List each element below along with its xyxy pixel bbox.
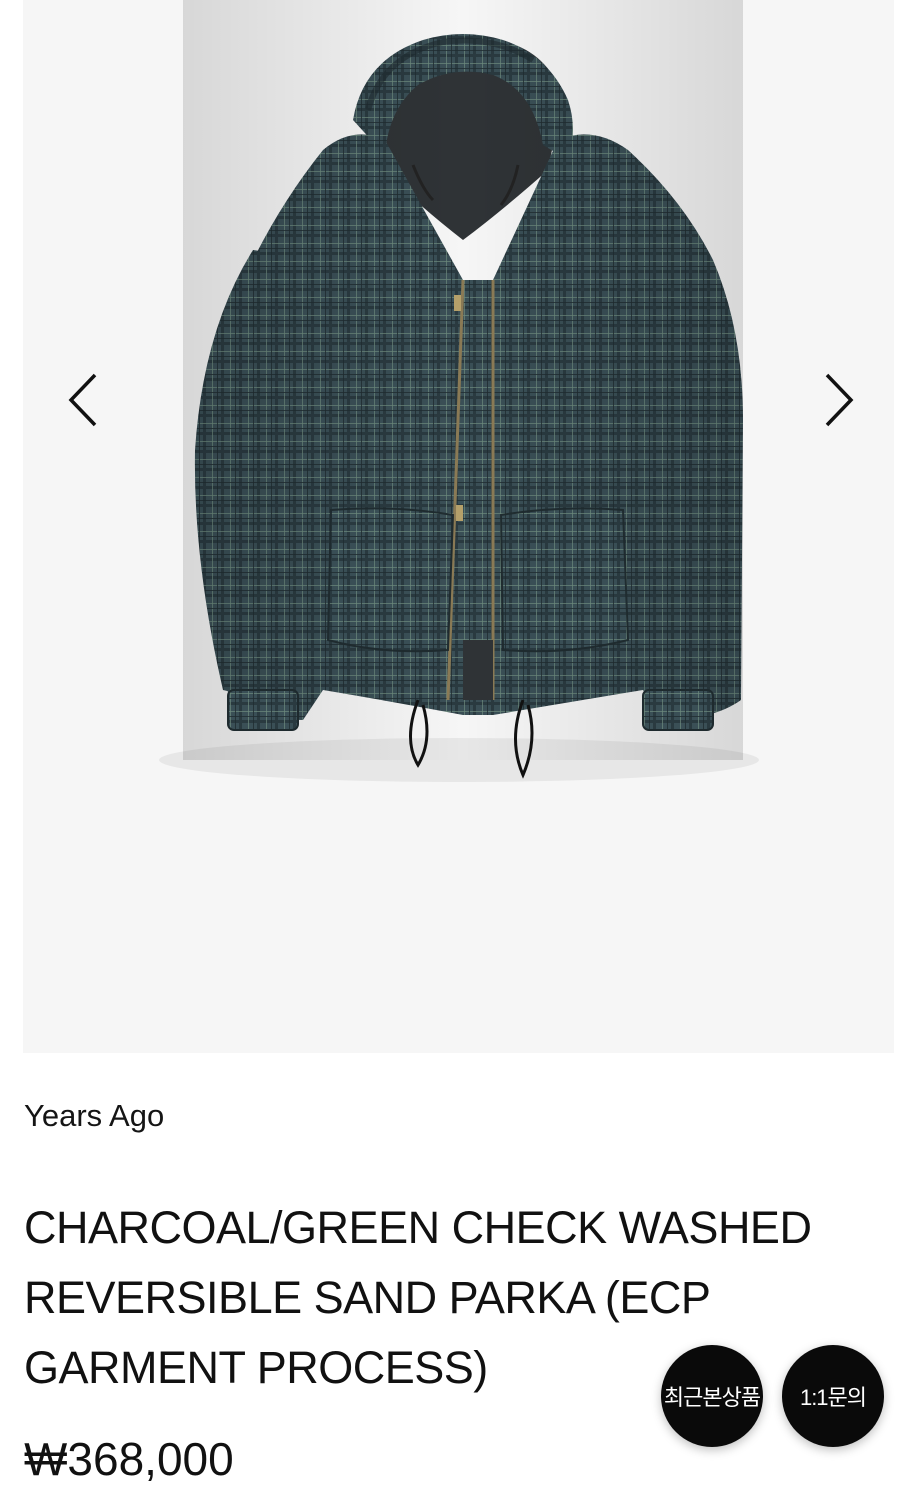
chevron-right-icon — [825, 373, 854, 427]
inquiry-button[interactable]: 1:1문의 — [782, 1345, 884, 1447]
recently-viewed-label: 최근본상품 — [663, 1385, 761, 1410]
product-image[interactable] — [23, 0, 894, 1053]
inquiry-label: 1:1문의 — [799, 1385, 867, 1410]
product-title: CHARCOAL/GREEN CHECK WASHED REVERSIBLE S… — [24, 1202, 812, 1393]
gallery-prev-button[interactable] — [53, 365, 113, 435]
product-price: ₩368,000 — [24, 1433, 234, 1485]
chevron-left-icon — [68, 373, 97, 427]
product-gallery[interactable] — [23, 0, 894, 1053]
product-page: Years Ago CHARCOAL/GREEN CHECK WASHED RE… — [0, 0, 917, 1500]
recently-viewed-button[interactable]: 최근본상품 — [661, 1345, 763, 1447]
brand-name[interactable]: Years Ago — [24, 1098, 164, 1134]
gallery-next-button[interactable] — [809, 365, 869, 435]
